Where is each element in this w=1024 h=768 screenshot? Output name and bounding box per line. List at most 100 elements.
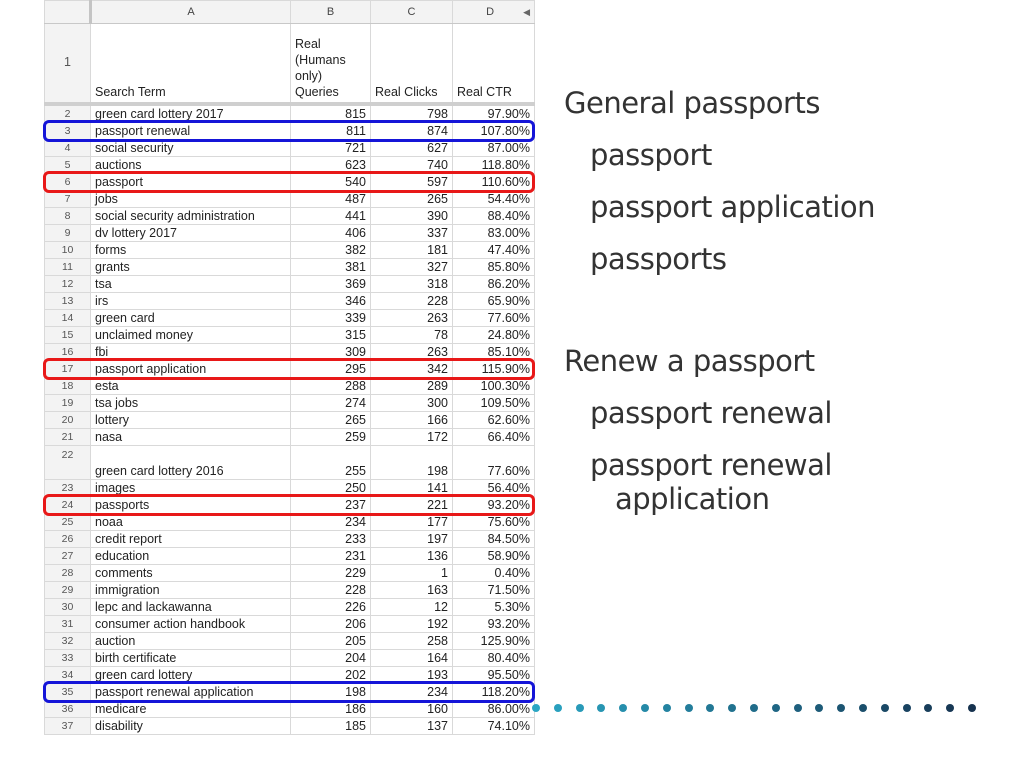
cell-search-term[interactable]: fbi — [90, 343, 291, 361]
cell-ctr[interactable]: 118.20% — [452, 683, 535, 701]
cell-search-term[interactable]: noaa — [90, 513, 291, 531]
row-number[interactable]: 5 — [44, 156, 91, 174]
cell-ctr[interactable]: 86.00% — [452, 700, 535, 718]
cell-ctr[interactable]: 85.10% — [452, 343, 535, 361]
row-number[interactable]: 32 — [44, 632, 91, 650]
row-number[interactable]: 19 — [44, 394, 91, 412]
cell-search-term[interactable]: esta — [90, 377, 291, 395]
cell-queries[interactable]: 255 — [290, 445, 371, 480]
cell-search-term[interactable]: social security — [90, 139, 291, 157]
cell-search-term[interactable]: passports — [90, 496, 291, 514]
cell-queries[interactable]: 441 — [290, 207, 371, 225]
cell-clicks[interactable]: 627 — [370, 139, 453, 157]
cell-clicks[interactable]: 300 — [370, 394, 453, 412]
cell-ctr[interactable]: 80.40% — [452, 649, 535, 667]
cell-ctr[interactable]: 74.10% — [452, 717, 535, 735]
cell-ctr[interactable]: 85.80% — [452, 258, 535, 276]
row-number[interactable]: 35 — [44, 683, 91, 701]
cell-search-term[interactable]: green card lottery 2016 — [90, 445, 291, 480]
cell-ctr[interactable]: 65.90% — [452, 292, 535, 310]
row-number[interactable]: 30 — [44, 598, 91, 616]
cell-ctr[interactable]: 77.60% — [452, 309, 535, 327]
cell-clicks[interactable]: 318 — [370, 275, 453, 293]
cell-queries[interactable]: 487 — [290, 190, 371, 208]
cell-search-term[interactable]: auctions — [90, 156, 291, 174]
header-clicks[interactable]: Real Clicks — [370, 23, 453, 106]
cell-clicks[interactable]: 263 — [370, 309, 453, 327]
cell-search-term[interactable]: education — [90, 547, 291, 565]
cell-queries[interactable]: 623 — [290, 156, 371, 174]
row-number[interactable]: 13 — [44, 292, 91, 310]
cell-ctr[interactable]: 77.60% — [452, 445, 535, 480]
cell-ctr[interactable]: 110.60% — [452, 173, 535, 191]
cell-ctr[interactable]: 86.20% — [452, 275, 535, 293]
cell-ctr[interactable]: 24.80% — [452, 326, 535, 344]
cell-search-term[interactable]: passport application — [90, 360, 291, 378]
row-number[interactable]: 22 — [44, 445, 91, 480]
header-queries[interactable]: Real (Humans only) Queries — [290, 23, 371, 106]
column-header-d[interactable]: D ◀ — [452, 0, 535, 24]
cell-search-term[interactable]: irs — [90, 292, 291, 310]
cell-queries[interactable]: 205 — [290, 632, 371, 650]
cell-queries[interactable]: 186 — [290, 700, 371, 718]
cell-queries[interactable]: 206 — [290, 615, 371, 633]
cell-queries[interactable]: 381 — [290, 258, 371, 276]
row-number[interactable]: 31 — [44, 615, 91, 633]
cell-queries[interactable]: 346 — [290, 292, 371, 310]
column-header-a[interactable]: A — [90, 0, 291, 24]
cell-ctr[interactable]: 47.40% — [452, 241, 535, 259]
cell-clicks[interactable]: 337 — [370, 224, 453, 242]
cell-queries[interactable]: 185 — [290, 717, 371, 735]
cell-queries[interactable]: 198 — [290, 683, 371, 701]
cell-queries[interactable]: 815 — [290, 103, 371, 123]
cell-ctr[interactable]: 93.20% — [452, 615, 535, 633]
cell-ctr[interactable]: 109.50% — [452, 394, 535, 412]
cell-ctr[interactable]: 5.30% — [452, 598, 535, 616]
cell-search-term[interactable]: comments — [90, 564, 291, 582]
cell-clicks[interactable]: 342 — [370, 360, 453, 378]
cell-clicks[interactable]: 265 — [370, 190, 453, 208]
row-number[interactable]: 24 — [44, 496, 91, 514]
cell-clicks[interactable]: 289 — [370, 377, 453, 395]
row-number[interactable]: 23 — [44, 479, 91, 497]
cell-ctr[interactable]: 66.40% — [452, 428, 535, 446]
cell-clicks[interactable]: 740 — [370, 156, 453, 174]
cell-clicks[interactable]: 160 — [370, 700, 453, 718]
cell-clicks[interactable]: 327 — [370, 258, 453, 276]
cell-search-term[interactable]: green card — [90, 309, 291, 327]
header-ctr[interactable]: Real CTR — [452, 23, 535, 106]
cell-queries[interactable]: 228 — [290, 581, 371, 599]
cell-clicks[interactable]: 1 — [370, 564, 453, 582]
cell-queries[interactable]: 339 — [290, 309, 371, 327]
row-number[interactable]: 37 — [44, 717, 91, 735]
row-number[interactable]: 12 — [44, 275, 91, 293]
row-number[interactable]: 15 — [44, 326, 91, 344]
cell-clicks[interactable]: 221 — [370, 496, 453, 514]
row-number[interactable]: 18 — [44, 377, 91, 395]
row-number[interactable]: 29 — [44, 581, 91, 599]
cell-queries[interactable]: 309 — [290, 343, 371, 361]
row-number[interactable]: 10 — [44, 241, 91, 259]
cell-clicks[interactable]: 163 — [370, 581, 453, 599]
cell-queries[interactable]: 226 — [290, 598, 371, 616]
cell-clicks[interactable]: 798 — [370, 103, 453, 123]
cell-clicks[interactable]: 136 — [370, 547, 453, 565]
cell-search-term[interactable]: immigration — [90, 581, 291, 599]
cell-clicks[interactable]: 192 — [370, 615, 453, 633]
cell-search-term[interactable]: images — [90, 479, 291, 497]
cell-ctr[interactable]: 125.90% — [452, 632, 535, 650]
cell-queries[interactable]: 231 — [290, 547, 371, 565]
cell-queries[interactable]: 406 — [290, 224, 371, 242]
scroll-left-arrow-icon[interactable]: ◀ — [523, 5, 530, 20]
cell-ctr[interactable]: 83.00% — [452, 224, 535, 242]
cell-search-term[interactable]: jobs — [90, 190, 291, 208]
cell-ctr[interactable]: 71.50% — [452, 581, 535, 599]
cell-ctr[interactable]: 97.90% — [452, 103, 535, 123]
row-number[interactable]: 4 — [44, 139, 91, 157]
cell-clicks[interactable]: 234 — [370, 683, 453, 701]
cell-search-term[interactable]: passport — [90, 173, 291, 191]
cell-ctr[interactable]: 75.60% — [452, 513, 535, 531]
cell-ctr[interactable]: 118.80% — [452, 156, 535, 174]
cell-search-term[interactable]: disability — [90, 717, 291, 735]
cell-ctr[interactable]: 58.90% — [452, 547, 535, 565]
